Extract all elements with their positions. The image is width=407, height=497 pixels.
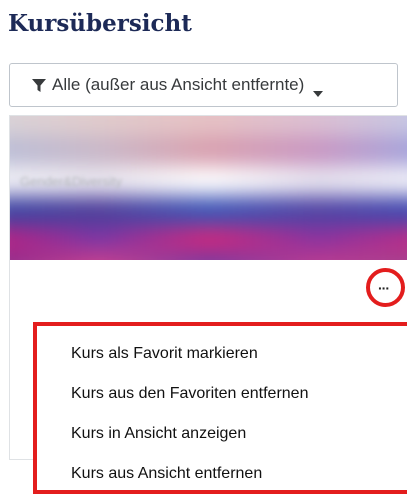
page-title: Kursübersicht <box>8 10 192 37</box>
more-actions-button[interactable]: ··· <box>378 281 390 295</box>
menu-item-show[interactable]: Kurs in Ansicht anzeigen <box>71 425 246 443</box>
menu-item-unstar[interactable]: Kurs aus den Favoriten entfernen <box>71 385 308 403</box>
course-name[interactable]: Gender&Diversity <box>20 174 122 189</box>
filter-dropdown[interactable]: Alle (außer aus Ansicht entfernte) <box>9 63 398 107</box>
course-actions-menu: Kurs als Favorit markieren Kurs aus den … <box>33 322 407 494</box>
filter-label: Alle (außer aus Ansicht entfernte) <box>52 75 305 94</box>
menu-item-hide[interactable]: Kurs aus Ansicht entfernen <box>71 465 262 483</box>
filter-funnel-icon <box>32 78 46 92</box>
menu-item-star[interactable]: Kurs als Favorit markieren <box>71 345 258 363</box>
caret-down-icon <box>313 82 324 97</box>
